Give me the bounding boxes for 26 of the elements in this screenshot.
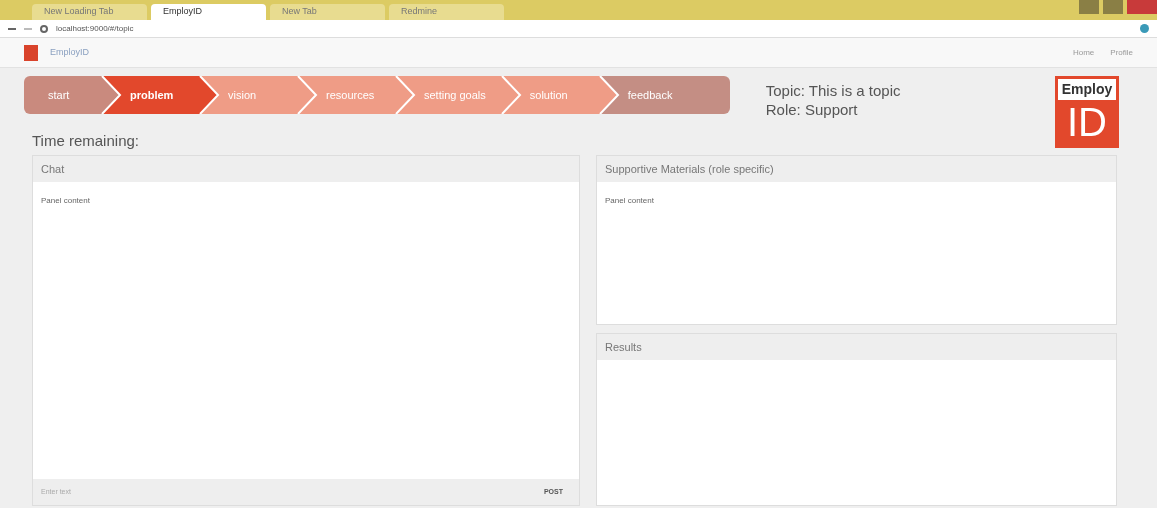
brand-link[interactable]: EmployID [50,45,89,60]
browser-tab[interactable]: Redmine [389,4,504,20]
back-icon[interactable] [8,27,16,30]
employid-logo: Employ ID [1055,76,1119,148]
logo-icon[interactable] [24,44,38,61]
address-bar[interactable]: localhost:9000/#/topic [56,22,134,35]
browser-tab[interactable]: New Loading Tab [32,4,147,20]
panel-content: Panel content [605,196,654,205]
nav-link[interactable]: Home [1072,46,1095,59]
browser-tab[interactable]: New Tab [270,4,385,20]
role-text: Role: Support [765,100,859,120]
browser-tab[interactable]: EmployID [151,4,266,20]
reload-icon[interactable] [40,24,48,33]
panel-title: Supportive Materials (role specific) [604,161,775,177]
panel-title: Results [604,339,643,355]
extension-icon[interactable] [1140,24,1149,33]
step-tab[interactable]: setting goals [416,76,498,114]
step-tab[interactable]: resources [318,76,392,114]
topic-text: Topic: This is a topic [765,82,901,101]
panel-title: Chat [40,161,66,177]
forward-icon[interactable] [24,27,32,30]
time-remaining: Time remaining: [32,131,140,151]
nav-link[interactable]: Profile [1110,46,1133,59]
step-tab[interactable]: feedback [619,76,730,114]
step-tab[interactable]: vision [220,76,294,114]
panel-content: Panel content [41,196,90,205]
